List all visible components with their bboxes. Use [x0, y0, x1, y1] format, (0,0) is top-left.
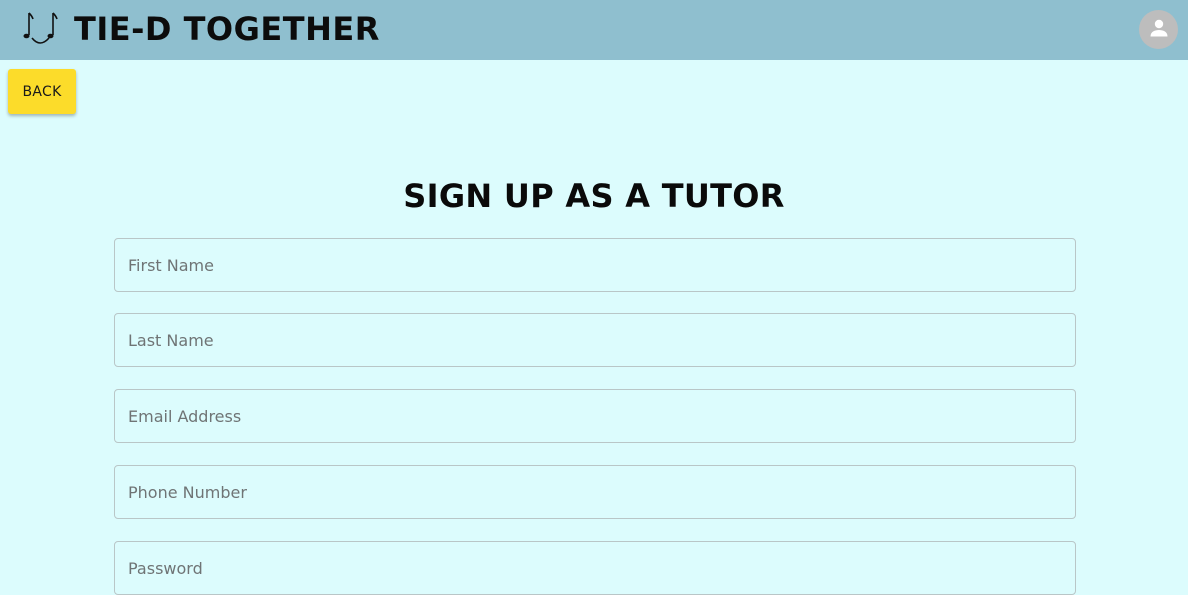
last-name-field[interactable] — [114, 313, 1076, 367]
person-icon — [1147, 16, 1171, 44]
music-notes-smile-icon — [20, 10, 60, 48]
back-button[interactable]: BACK — [8, 69, 76, 114]
password-field[interactable] — [114, 541, 1076, 595]
page-title: SIGN UP AS A TUTOR — [403, 177, 785, 215]
app-title: TIE-D TOGETHER — [74, 10, 380, 48]
first-name-field[interactable] — [114, 238, 1076, 292]
email-field[interactable] — [114, 389, 1076, 443]
phone-number-field[interactable] — [114, 465, 1076, 519]
app-bar: TIE-D TOGETHER — [0, 0, 1188, 60]
account-avatar[interactable] — [1139, 10, 1178, 49]
